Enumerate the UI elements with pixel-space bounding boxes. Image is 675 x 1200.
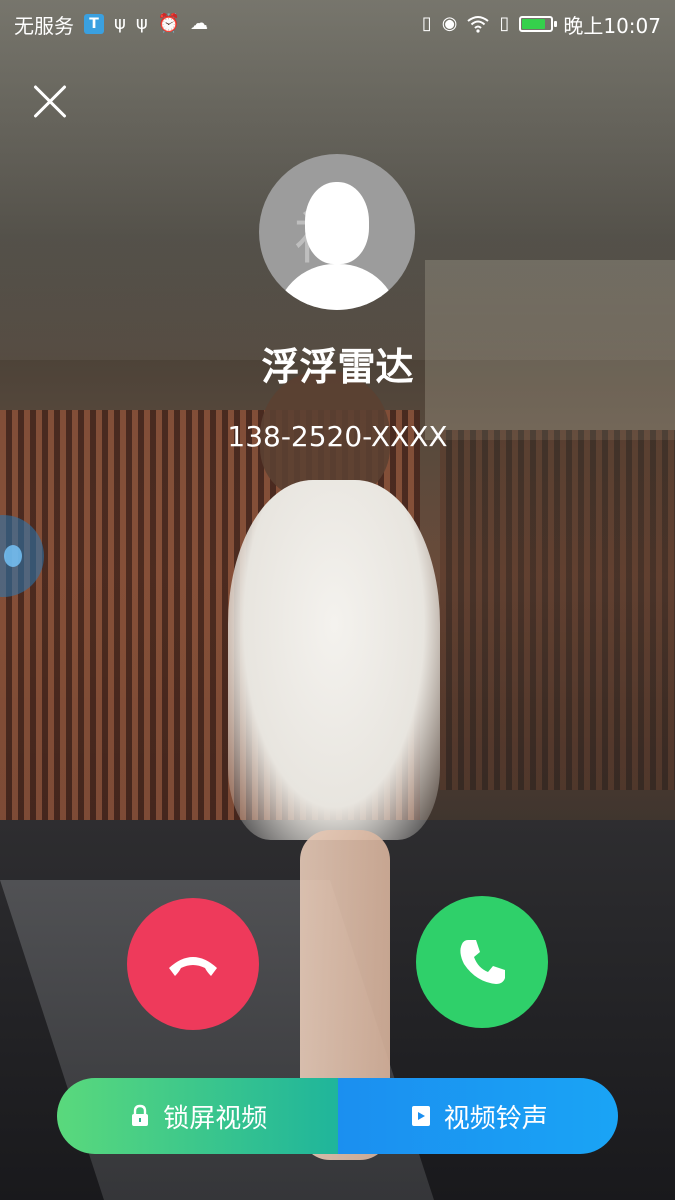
battery-icon bbox=[519, 16, 558, 32]
phone-icon bbox=[460, 940, 505, 984]
bottom-action-bar: 锁屏视频 视频铃声 bbox=[57, 1078, 618, 1154]
lock-screen-video-label: 锁屏视频 bbox=[163, 1103, 268, 1134]
lock-icon bbox=[132, 1104, 149, 1126]
alarm-icon: ⏰ bbox=[157, 13, 181, 34]
clock: 晚上10:07 bbox=[563, 13, 661, 38]
status-left: 无服务 T ψ ψ ⏰ ☁ bbox=[14, 10, 208, 39]
vibrate-icon: ▯ bbox=[421, 13, 432, 34]
wifi-icon bbox=[467, 16, 490, 33]
caller-avatar: 衬衫 bbox=[259, 154, 415, 310]
eye-icon: ◉ bbox=[441, 13, 458, 34]
sim-alert-icon: ▯ bbox=[499, 13, 510, 34]
usb-icon: ψ bbox=[114, 13, 126, 34]
cloud-icon: ☁ bbox=[190, 13, 209, 34]
background-person-dress bbox=[228, 480, 440, 840]
video-ringtone-icon bbox=[411, 1106, 430, 1126]
accept-call-button[interactable] bbox=[416, 896, 548, 1028]
background-wood-slats-right bbox=[440, 430, 675, 790]
status-right: ▯ ◉ ▯ 晚上10:07 bbox=[422, 10, 661, 39]
video-ringtone-label: 视频铃声 bbox=[443, 1103, 548, 1134]
avatar-head bbox=[305, 182, 369, 264]
video-ringtone-button[interactable]: 视频铃声 bbox=[337, 1078, 618, 1154]
caller-number: 138-2520-XXXX bbox=[227, 420, 448, 453]
caller-name: 浮浮雷达 bbox=[261, 345, 414, 389]
lock-screen-video-button[interactable]: 锁屏视频 bbox=[57, 1078, 338, 1154]
close-icon[interactable] bbox=[30, 82, 70, 122]
hang-up-icon bbox=[169, 957, 217, 976]
carrier-label: 无服务 bbox=[14, 13, 74, 38]
battery-fill bbox=[522, 19, 545, 29]
status-bar: 无服务 T ψ ψ ⏰ ☁ ▯ ◉ ▯ 晚上10:07 bbox=[0, 0, 675, 48]
incoming-call-screen: 无服务 T ψ ψ ⏰ ☁ ▯ ◉ ▯ 晚上10:07 衬衫 bbox=[0, 0, 675, 1200]
usb-icon: ψ bbox=[135, 13, 148, 34]
decline-call-button[interactable] bbox=[127, 898, 259, 1030]
t-app-icon: T bbox=[84, 14, 104, 34]
